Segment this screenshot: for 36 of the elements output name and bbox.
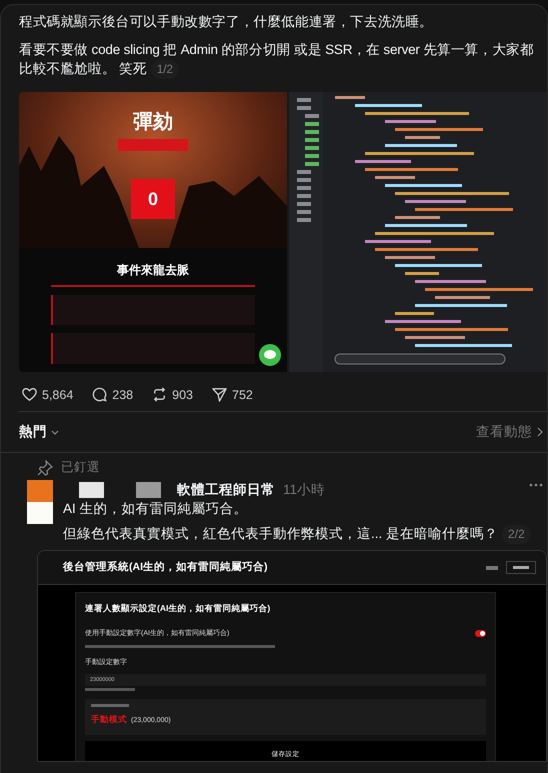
sort-dropdown[interactable]: 熱門	[19, 423, 60, 441]
speech-bubble-icon	[91, 386, 108, 403]
redaction-block	[136, 482, 161, 498]
redacted-text	[91, 704, 129, 707]
reply-text: AI 生的，如有雷同純屬巧合。	[63, 500, 249, 518]
hero-title: 彈劾	[133, 110, 173, 135]
redacted-text	[118, 139, 188, 151]
share-button[interactable]: 752	[209, 384, 255, 405]
page-counter: 1/2	[150, 60, 179, 79]
paper-plane-icon	[211, 386, 228, 403]
page-counter: 2/2	[502, 525, 531, 544]
card-title: 連署人數顯示設定(AI生的，如有雷同純屬巧合)	[85, 602, 272, 615]
chat-icon[interactable]	[259, 344, 281, 366]
counter-value: 0	[131, 179, 175, 219]
post-text: 看要不要做 code slicing 把 Admin 的部分切開 或是 SSR，在 server 先算一算，大家都比較不尷尬啦。 笑死 1/2	[19, 40, 541, 79]
toggle-switch[interactable]	[475, 630, 486, 637]
author-name[interactable]: 軟體工程師日常	[177, 480, 275, 499]
post-time: 11小時	[283, 481, 326, 499]
repost-button[interactable]: 903	[149, 384, 195, 405]
post-text: 程式碼就顯示後台可以手動改數字了，什麼低能連署，下去洗洗睡。	[19, 13, 434, 31]
reply-button[interactable]: 238	[89, 384, 136, 405]
redaction-block	[79, 482, 104, 498]
like-button[interactable]: 5,864	[19, 384, 76, 405]
pin-icon	[37, 460, 53, 476]
heart-icon	[21, 386, 38, 403]
chevron-right-icon	[535, 426, 545, 438]
redacted-text	[486, 566, 498, 570]
header-button[interactable]	[506, 561, 536, 574]
reply-text: 但綠色代表真實模式，紅色代表手動作弊模式，這... 是在暗喻什麼嗎？ 2/2	[63, 524, 547, 544]
view-activity-link[interactable]: 查看動態	[476, 423, 545, 441]
avatar[interactable]	[27, 480, 53, 524]
hint-text-blur	[85, 688, 135, 691]
mode-value: 手動模式	[91, 713, 127, 726]
pinned-label: 已釘選	[61, 459, 100, 476]
admin-title: 後台管理系統(AI生的，如有雷同純屬巧合)	[63, 560, 268, 575]
section-title: 事件來龍去脈	[116, 262, 190, 280]
